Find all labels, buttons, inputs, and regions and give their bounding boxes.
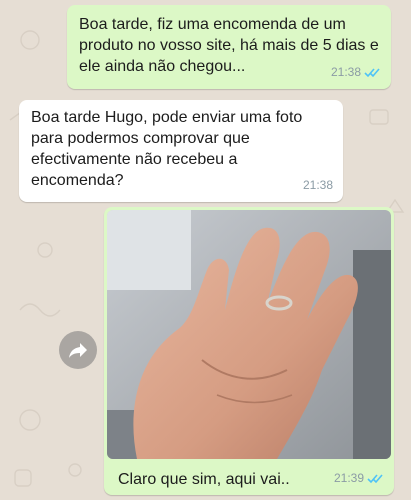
double-check-icon (367, 474, 383, 484)
forward-icon (69, 343, 87, 358)
double-check-icon (364, 68, 380, 78)
forward-button[interactable] (59, 331, 97, 369)
message-meta: 21:38 (331, 62, 381, 83)
message-photo[interactable] (107, 210, 391, 459)
message-meta: 21:39 (334, 468, 384, 489)
message-time: 21:38 (302, 178, 333, 192)
message-text: Boa tarde Hugo, pode enviar uma foto par… (31, 109, 303, 189)
outgoing-message[interactable]: Boa tarde, fiz uma encomenda de um produ… (67, 5, 391, 89)
message-time: 21:39 (333, 471, 364, 485)
outgoing-image-message[interactable]: Claro que sim, aqui vai.. 21:39 (104, 207, 394, 495)
image-caption: Claro que sim, aqui vai.. (118, 471, 290, 488)
message-time: 21:38 (330, 65, 361, 79)
message-meta: 21:38 (303, 175, 333, 196)
incoming-message[interactable]: Boa tarde Hugo, pode enviar uma foto par… (19, 100, 343, 202)
